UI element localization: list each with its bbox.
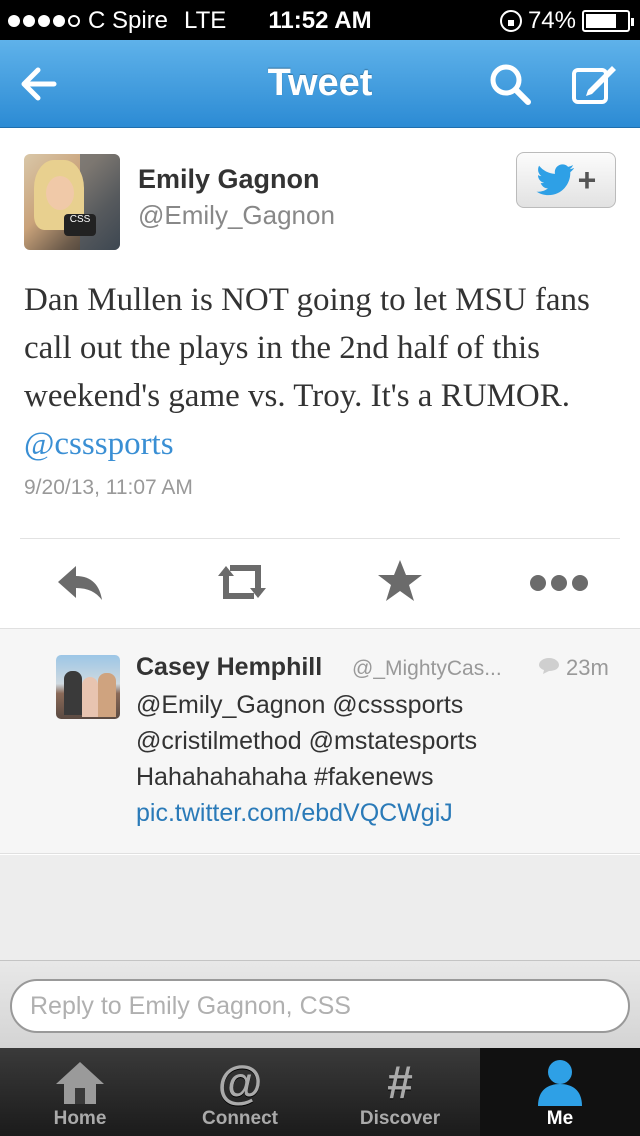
- tab-discover[interactable]: # Discover: [320, 1048, 480, 1136]
- at-sign-icon: @: [217, 1056, 263, 1108]
- reply-input[interactable]: [10, 979, 630, 1033]
- person-icon: [538, 1060, 582, 1106]
- tweet-text: Dan Mullen is NOT going to let MSU fans …: [24, 276, 624, 468]
- reply-pic-link[interactable]: pic.twitter.com/ebdVQCWgiJ: [136, 795, 616, 831]
- tab-label: Discover: [359, 1108, 441, 1129]
- status-bar: C Spire LTE 11:52 AM 74%: [0, 0, 640, 40]
- reply-author-name[interactable]: Casey Hemphill: [136, 653, 322, 682]
- tab-label: Me: [546, 1108, 574, 1129]
- reply-line: @Emily_Gagnon @csssports: [136, 691, 464, 719]
- reply-button[interactable]: [54, 556, 106, 608]
- follow-plus: +: [577, 161, 597, 198]
- retweet-button[interactable]: [214, 556, 266, 608]
- favorite-icon: [378, 560, 422, 601]
- rotation-lock-icon: [499, 10, 522, 32]
- author-name[interactable]: Emily Gagnon: [138, 164, 320, 195]
- reply-line: @cristilmethod @mstatesports: [136, 727, 478, 755]
- hashtag-icon: #: [387, 1056, 413, 1108]
- favorite-button[interactable]: [374, 556, 426, 608]
- navigation-bar: Tweet: [0, 40, 640, 128]
- search-button[interactable]: [484, 58, 536, 110]
- page-title: Tweet: [267, 62, 373, 104]
- empty-area: [0, 855, 640, 960]
- tab-me[interactable]: Me: [480, 1048, 640, 1136]
- tweet-body: Dan Mullen is NOT going to let MSU fans …: [24, 282, 590, 414]
- search-icon: [490, 64, 531, 105]
- conversation-icon: [539, 658, 559, 674]
- compose-button[interactable]: [568, 58, 620, 110]
- reply-author-avatar[interactable]: [56, 655, 120, 719]
- tab-bar: Home @ Connect # Discover Me: [0, 1048, 640, 1136]
- battery-percent: 74%: [527, 7, 576, 34]
- more-button[interactable]: [528, 556, 592, 608]
- tab-label: Home: [53, 1108, 107, 1129]
- reply-author-handle: @_MightyCas...: [352, 657, 502, 680]
- author-avatar[interactable]: CSS: [24, 154, 120, 250]
- tab-connect[interactable]: @ Connect: [160, 1048, 320, 1136]
- compose-icon: [572, 66, 616, 104]
- reply-age: 23m: [566, 655, 609, 680]
- tab-home[interactable]: Home: [0, 1048, 160, 1136]
- twitter-bird-plus-icon: [536, 164, 574, 196]
- author-handle[interactable]: @Emily_Gagnon: [138, 200, 335, 231]
- follow-button[interactable]: +: [516, 152, 616, 208]
- more-icon: [530, 575, 588, 591]
- reply-bar: [0, 960, 640, 1048]
- reply-text: @Emily_Gagnon @csssports @cristilmethod …: [136, 687, 616, 831]
- home-icon: [56, 1062, 104, 1104]
- reply-icon: [58, 566, 102, 600]
- battery-icon: [582, 10, 634, 32]
- tweet-timestamp: 9/20/13, 11:07 AM: [24, 476, 193, 499]
- divider: [20, 538, 620, 539]
- reply-tweet[interactable]: Casey Hemphill @_MightyCas... 23m @Emily…: [0, 628, 640, 854]
- tweet-mention-link[interactable]: @csssports: [24, 426, 174, 462]
- reply-line: Hahahahahaha #fakenews: [136, 763, 434, 791]
- tab-label: Connect: [202, 1108, 278, 1129]
- retweet-icon: [218, 565, 266, 599]
- status-right: 74%: [499, 7, 634, 35]
- avatar-caption: CSS: [64, 214, 96, 236]
